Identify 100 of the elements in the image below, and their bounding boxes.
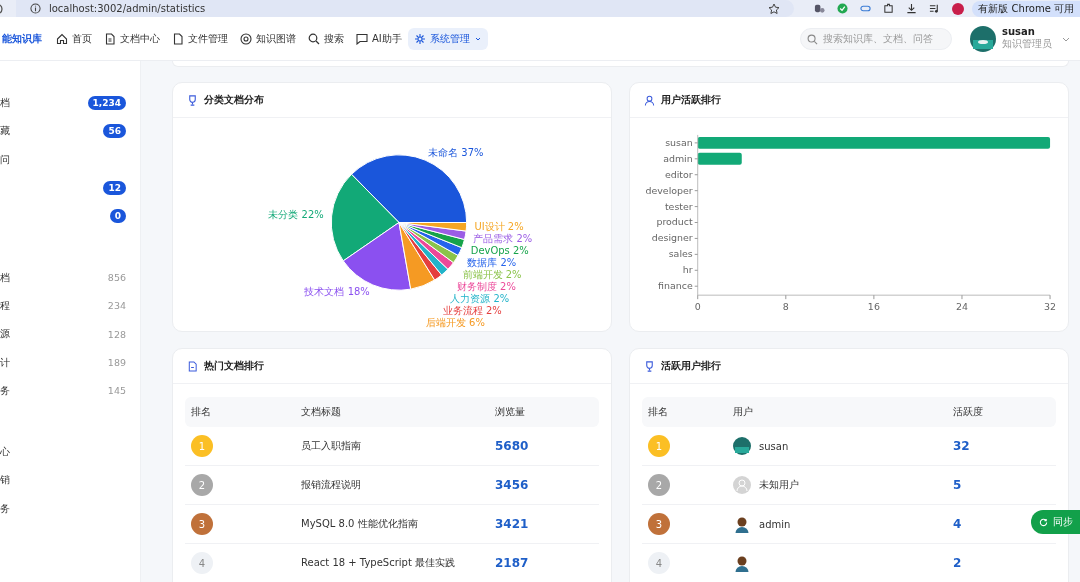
rank-badge: 1 (191, 435, 213, 457)
table-cell: 32 (953, 439, 970, 453)
graph-icon (240, 32, 252, 45)
nav-item[interactable]: AI助手 (350, 27, 408, 50)
axis-label: editor (664, 168, 693, 180)
sidebar-item[interactable]: 销 (0, 466, 140, 495)
card-title: 用户活跃排行 (661, 93, 721, 107)
tick-label: 0 (694, 301, 701, 313)
user-icon (644, 94, 655, 106)
rank-badge: 3 (648, 513, 670, 535)
refresh-icon (1039, 517, 1048, 527)
slice-label: DevOps 2% (470, 245, 529, 257)
table-cell: MySQL 8.0 性能优化指南 (301, 517, 418, 531)
address-bar[interactable]: localhost:3002/admin/statistics (15, 0, 795, 17)
check-icon[interactable] (837, 3, 849, 14)
slice-label: 数据库 2% (467, 257, 517, 269)
gear-icon (413, 32, 426, 45)
table-cell: 未知用户 (759, 478, 799, 492)
nav-item[interactable]: 搜索 (302, 27, 350, 50)
table-cell: 4 (953, 517, 962, 531)
update-chrome-button[interactable]: 有新版 Chrome 可用 (972, 0, 1080, 17)
rank-badge: 4 (191, 552, 213, 574)
card-title: 活跃用户排行 (661, 359, 721, 373)
rank-badge: 2 (191, 474, 213, 496)
slice-label: 技术文档 18% (304, 286, 370, 298)
column-header: 用户 (733, 405, 753, 419)
card-title: 热门文档排行 (204, 359, 264, 373)
column-header: 文档标题 (301, 405, 341, 419)
slice-label: 未命名 37% (428, 146, 484, 158)
profile-avatar-icon[interactable] (952, 2, 965, 15)
slice-label: 未分类 22% (268, 209, 324, 221)
user-avatar (733, 515, 751, 533)
download-icon[interactable] (906, 3, 918, 14)
sidebar-item[interactable]: 12 (0, 173, 140, 203)
sidebar-item[interactable]: 务 145 (0, 376, 140, 405)
sidebar-item[interactable]: 藏 56 (0, 117, 140, 146)
document-icon (187, 360, 198, 372)
user-avatar (733, 554, 751, 572)
column-header: 排名 (648, 405, 668, 419)
document-icon (104, 32, 116, 45)
sidebar-item[interactable]: 务 (0, 494, 140, 523)
star-icon[interactable] (768, 2, 781, 15)
tick-label: 32 (1044, 301, 1057, 313)
table-cell: 2187 (495, 556, 529, 570)
home-icon (56, 32, 68, 45)
user-avatar[interactable] (970, 25, 996, 52)
nav-item[interactable]: 文档中心 (98, 27, 166, 50)
table-cell: 5680 (495, 439, 529, 453)
nav-item[interactable]: 系统管理 (407, 27, 488, 50)
trophy-icon (187, 94, 198, 106)
tick-label: 24 (955, 301, 968, 313)
rank-badge: 2 (648, 474, 670, 496)
link-icon[interactable] (860, 3, 872, 14)
sidebar-item[interactable]: 问 (0, 145, 140, 174)
table-cell: susan (759, 440, 789, 452)
column-header: 浏览量 (495, 405, 525, 419)
rank-badge: 1 (648, 435, 670, 457)
axis-label: product (656, 216, 693, 228)
extension-icon[interactable] (814, 3, 826, 14)
tick-label: 16 (867, 301, 880, 313)
user-name: susan (1002, 26, 1036, 37)
search-icon (308, 32, 320, 45)
table-cell: React 18 + TypeScript 最佳实践 (301, 556, 455, 570)
slice-label: 财务制度 2% (456, 281, 516, 292)
sidebar-item[interactable]: 源 128 (0, 320, 140, 349)
slice-label: 业务流程 2% (442, 304, 502, 316)
axis-label: admin (663, 152, 693, 164)
nav-item[interactable]: 文件管理 (166, 27, 234, 50)
bar (697, 152, 742, 165)
slice-label: 产品需求 2% (473, 233, 533, 245)
file-icon (172, 32, 184, 45)
sidebar-item[interactable]: 程 234 (0, 291, 140, 321)
search-field[interactable]: 搜索知识库、文档、问答 (800, 27, 952, 50)
nav-item[interactable]: 知识图谱 (234, 27, 302, 50)
nav-item[interactable]: 首页 (50, 27, 98, 50)
table-cell: 5 (953, 478, 962, 492)
column-header: 排名 (191, 405, 211, 419)
sidebar-item[interactable]: 0 (0, 202, 140, 231)
sidebar-item[interactable]: 计 189 (0, 348, 140, 377)
column-header: 活跃度 (953, 405, 983, 419)
puzzle-icon[interactable] (883, 3, 895, 14)
axis-label: susan (665, 136, 693, 148)
tick-label: 8 (782, 301, 789, 313)
info-icon (29, 3, 41, 14)
user-avatar (733, 476, 751, 494)
rank-badge: 3 (191, 513, 213, 535)
music-icon[interactable] (929, 3, 941, 14)
brand-title[interactable]: 能知识库 (2, 31, 42, 46)
sidebar-item[interactable]: 档 856 (0, 263, 140, 292)
url-text: localhost:3002/admin/statistics (48, 3, 207, 14)
card-title: 分类文档分布 (204, 93, 264, 107)
axis-label: finance (658, 280, 693, 292)
axis-label: designer (651, 232, 693, 244)
table-cell: 3421 (495, 517, 529, 531)
sidebar-item[interactable]: 心 (0, 437, 140, 467)
slice-label: 人力资源 2% (450, 292, 510, 304)
sidebar-item[interactable]: 档 1,234 (0, 89, 140, 118)
axis-label: sales (668, 248, 693, 260)
table-cell: 3456 (495, 478, 529, 492)
axis-label: tester (664, 200, 693, 212)
